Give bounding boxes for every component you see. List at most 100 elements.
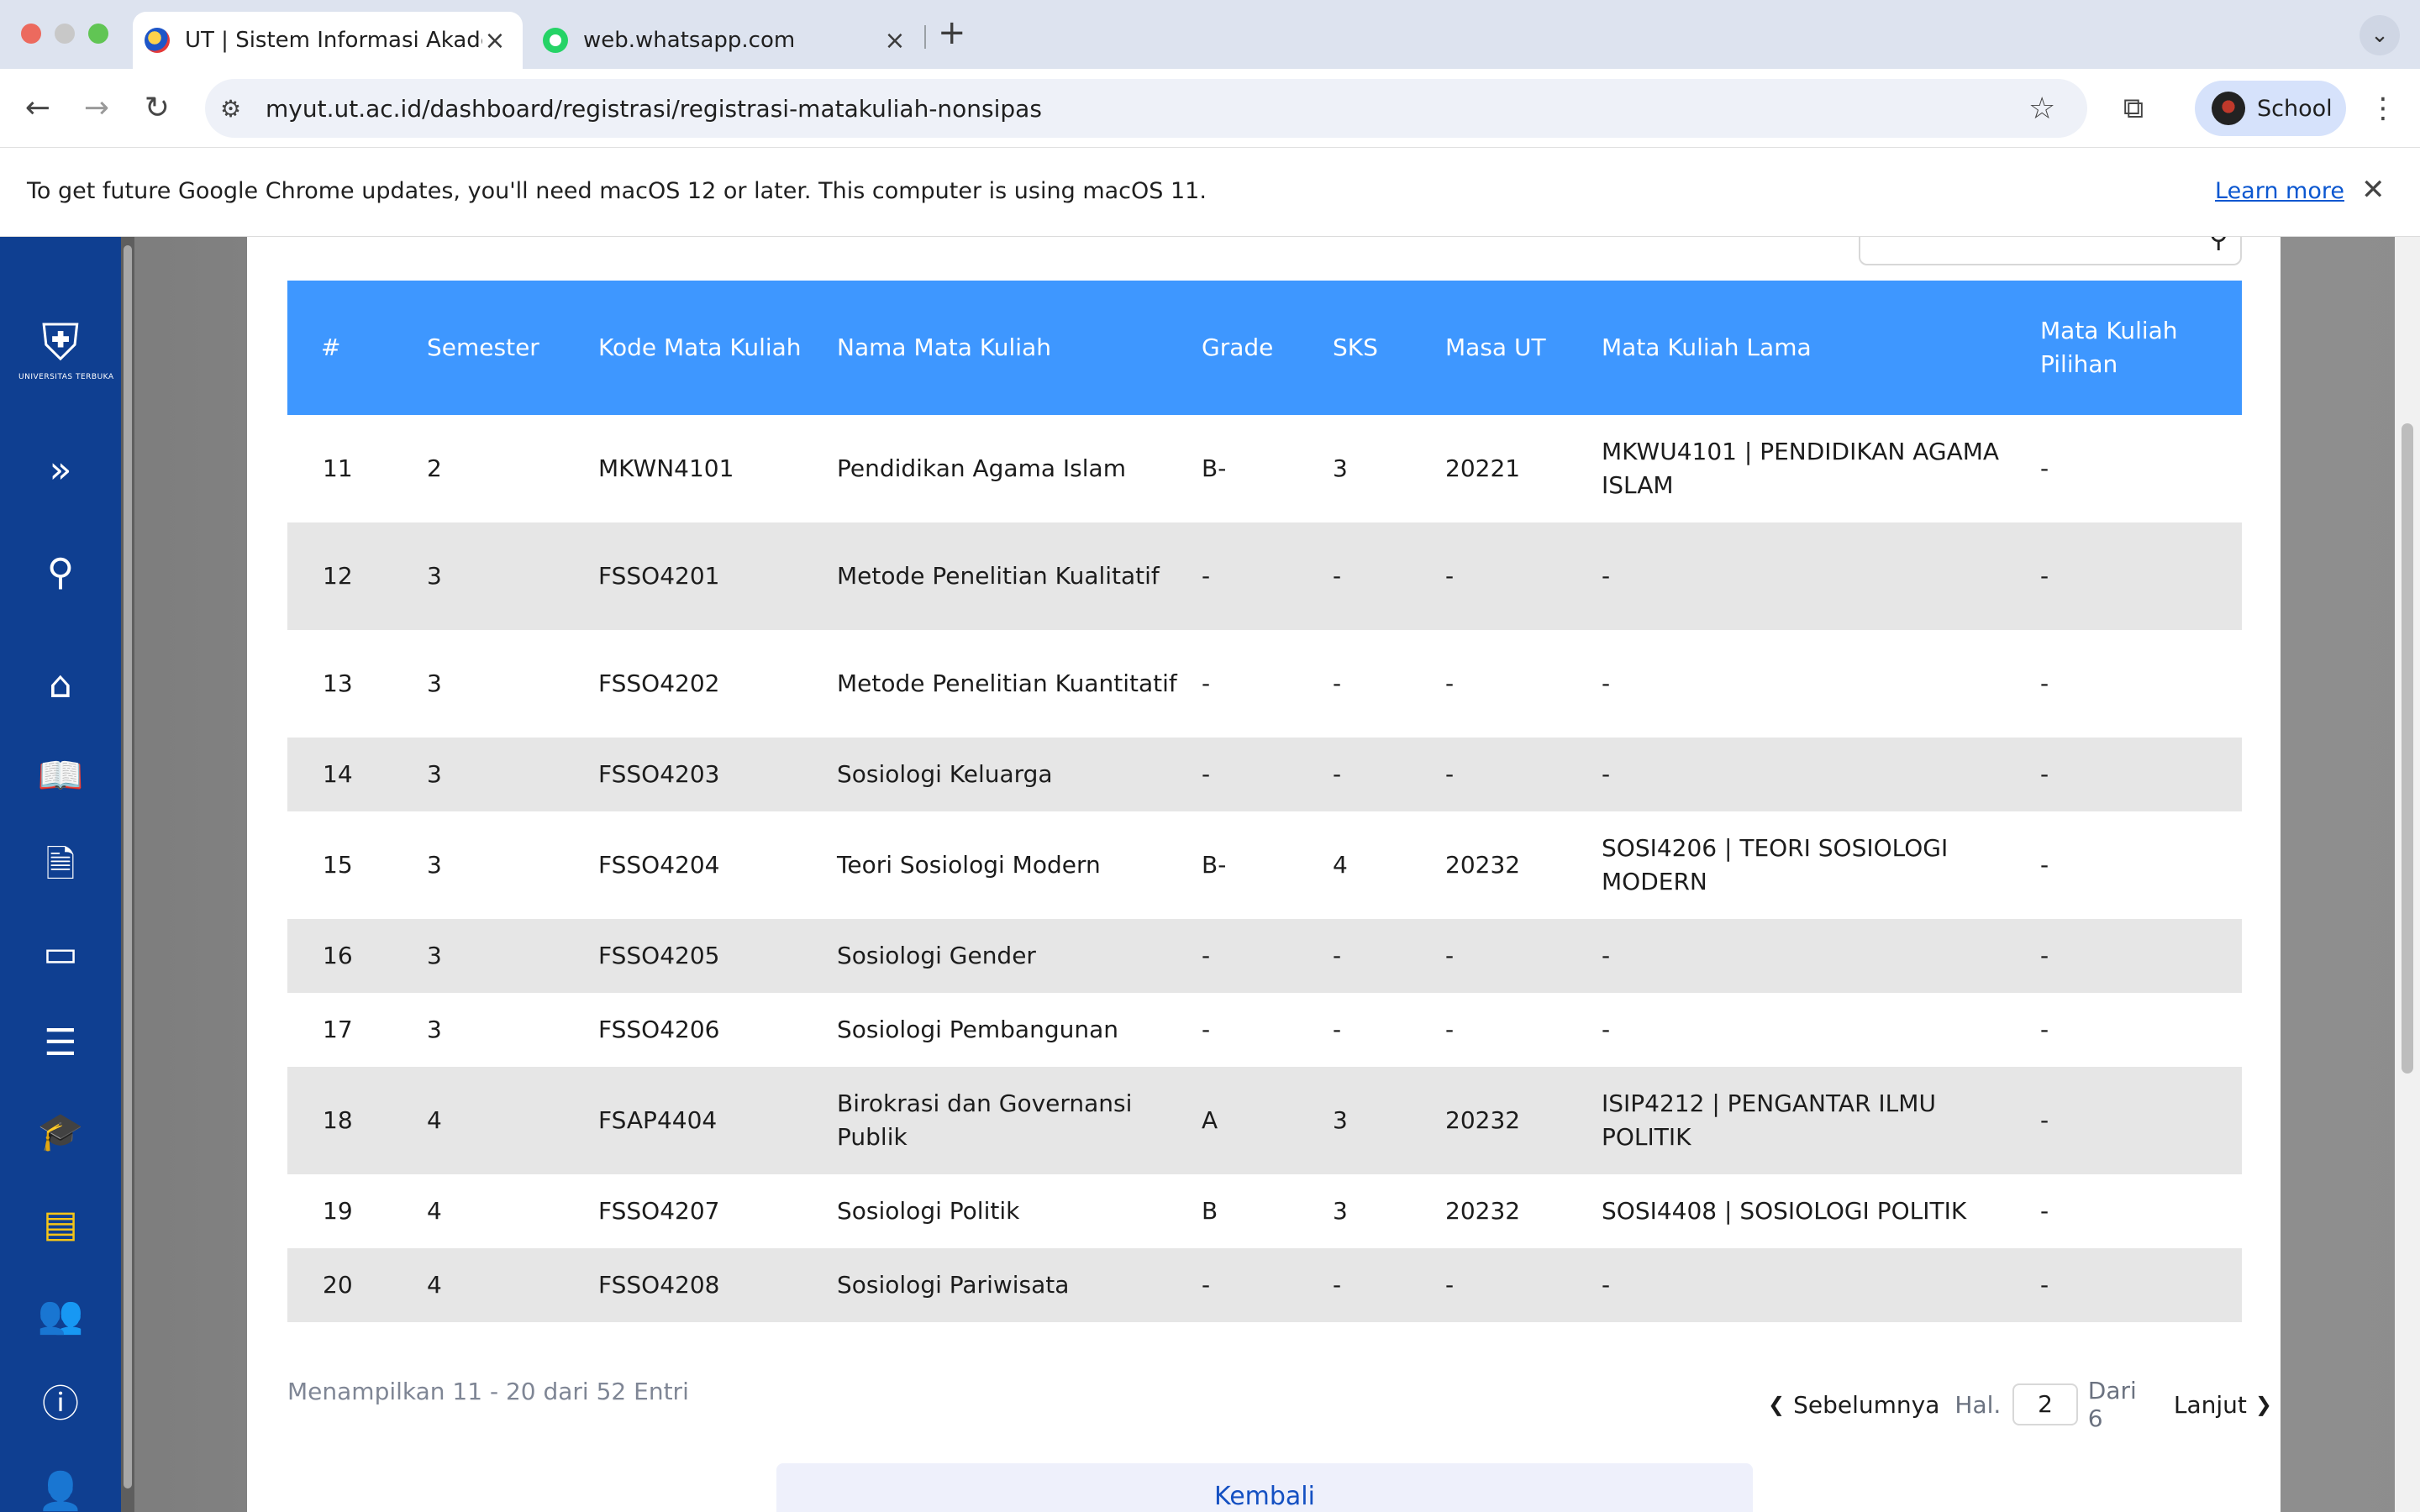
- cell-kode: FSSO4208: [590, 1248, 829, 1322]
- cell-grade: -: [1202, 1016, 1211, 1043]
- address-bar[interactable]: ⚙ myut.ut.ac.id/dashboard/registrasi/reg…: [205, 79, 2087, 138]
- cell-nama: Sosiologi Keluarga: [829, 738, 1193, 811]
- ut-favicon-icon: [145, 28, 170, 53]
- window-close-button[interactable]: [21, 24, 41, 44]
- wallet-icon[interactable]: ▭: [30, 929, 91, 979]
- tab-close-icon[interactable]: ×: [482, 26, 508, 55]
- cell-no: 20: [287, 1248, 418, 1322]
- home-icon[interactable]: ⌂: [30, 660, 91, 711]
- cell-nama: Pendidikan Agama Islam: [837, 454, 1126, 482]
- checklist-icon[interactable]: ☰: [30, 1018, 91, 1068]
- cell-grade: A: [1193, 1067, 1324, 1174]
- search-icon[interactable]: ⚲: [2209, 237, 2228, 254]
- col-header-masa[interactable]: Masa UT: [1437, 281, 1593, 415]
- cell-lama: -: [1593, 919, 2032, 993]
- ut-logo-mark-icon: ⛨: [41, 313, 80, 372]
- cell-semester: 3: [427, 851, 442, 879]
- back-arrow-icon[interactable]: ←: [17, 87, 59, 129]
- search-icon[interactable]: ⚲: [30, 548, 91, 598]
- col-header-grade[interactable]: Grade: [1193, 281, 1324, 415]
- prev-page-button[interactable]: Sebelumnya: [1793, 1391, 1939, 1419]
- cell-kode: FSSO4203: [590, 738, 829, 811]
- cell-pilihan: -: [2040, 851, 2049, 879]
- user-group-icon[interactable]: 👤: [30, 1467, 91, 1512]
- window-zoom-button[interactable]: [88, 24, 108, 44]
- back-button[interactable]: Kembali: [776, 1463, 1753, 1512]
- window-minimize-button[interactable]: [55, 24, 75, 44]
- graduation-external-icon[interactable]: 🎓: [30, 1107, 91, 1158]
- cell-no: 11: [323, 454, 353, 482]
- cell-lama: -: [1602, 1016, 1611, 1043]
- cell-nama: Birokrasi dan Governansi Publik: [829, 1067, 1193, 1174]
- tab-close-icon[interactable]: ×: [882, 26, 908, 55]
- cell-masa: 20232: [1437, 1067, 1593, 1174]
- cell-semester: 3: [418, 522, 590, 630]
- more-menu-icon[interactable]: ⋮: [2368, 87, 2398, 129]
- cell-kode: FSSO4204: [598, 851, 720, 879]
- infobar-close-icon[interactable]: ✕: [2361, 173, 2386, 207]
- cell-kode: FSSO4202: [598, 669, 720, 697]
- cell-lama: -: [1593, 1248, 2032, 1322]
- whatsapp-favicon-icon: [543, 28, 568, 53]
- next-page-button[interactable]: Lanjut: [2174, 1391, 2247, 1419]
- expand-icon[interactable]: »: [30, 445, 91, 496]
- chevron-left-icon[interactable]: ❮: [1768, 1393, 1785, 1416]
- chevron-right-icon[interactable]: ❯: [2255, 1393, 2272, 1416]
- col-header-sks[interactable]: SKS: [1324, 281, 1437, 415]
- search-input[interactable]: ⚲: [1859, 237, 2242, 265]
- tab-search-chevron-icon[interactable]: ⌄: [2360, 15, 2400, 55]
- cell-masa: -: [1437, 1248, 1593, 1322]
- cell-semester: 3: [427, 669, 442, 697]
- book-icon[interactable]: 📖: [30, 751, 91, 801]
- page-scrollbar[interactable]: [2395, 237, 2420, 1512]
- info-icon[interactable]: ⓘ: [30, 1379, 91, 1430]
- cell-semester: 4: [427, 1197, 442, 1225]
- cell-lama: SOSI4408 | SOSIOLOGI POLITIK: [1602, 1197, 1967, 1225]
- browser-tab-ut[interactable]: UT | Sistem Informasi Akadem ×: [133, 12, 523, 69]
- page-number-input[interactable]: 2: [2012, 1383, 2078, 1425]
- table-row: 18 4 FSAP4404 Birokrasi dan Governansi P…: [287, 1067, 2242, 1174]
- cell-masa: 20232: [1445, 1197, 1521, 1225]
- browser-tab-whatsapp[interactable]: web.whatsapp.com ×: [531, 12, 923, 69]
- cell-sks: -: [1324, 522, 1437, 630]
- learn-more-link[interactable]: Learn more: [2215, 178, 2344, 204]
- users-external-icon[interactable]: 👥: [30, 1290, 91, 1341]
- col-header-no[interactable]: #: [287, 281, 418, 415]
- course-table: # Semester Kode Mata Kuliah Nama Mata Ku…: [287, 281, 2242, 1322]
- cell-lama: -: [1593, 738, 2032, 811]
- col-header-kode[interactable]: Kode Mata Kuliah: [590, 281, 829, 415]
- document-icon[interactable]: 🗎: [30, 840, 91, 890]
- cell-pilihan: -: [2040, 669, 2049, 697]
- cell-sks: -: [1324, 919, 1437, 993]
- col-header-pilihan[interactable]: Mata Kuliah Pilihan: [2032, 281, 2242, 415]
- profile-button[interactable]: School: [2195, 81, 2346, 136]
- sidebar-scrollbar[interactable]: [121, 237, 134, 1512]
- cell-nama: Sosiologi Pembangunan: [837, 1016, 1119, 1043]
- col-header-nama[interactable]: Nama Mata Kuliah: [829, 281, 1193, 415]
- scrollbar-thumb[interactable]: [124, 245, 132, 1488]
- forward-arrow-icon[interactable]: →: [76, 87, 118, 129]
- col-header-lama[interactable]: Mata Kuliah Lama: [1593, 281, 2032, 415]
- cell-sks: 3: [1324, 1067, 1437, 1174]
- cell-semester: 3: [418, 738, 590, 811]
- cell-grade: B: [1202, 1197, 1218, 1225]
- cell-sks: -: [1333, 1016, 1342, 1043]
- url-text[interactable]: myut.ut.ac.id/dashboard/registrasi/regis…: [266, 95, 2028, 123]
- calendar-note-icon[interactable]: ▤: [30, 1200, 91, 1250]
- scrollbar-thumb[interactable]: [2402, 423, 2413, 1074]
- cell-lama: SOSI4206 | TEORI SOSIOLOGI MODERN: [1602, 834, 1949, 895]
- cell-nama: Teori Sosiologi Modern: [837, 851, 1101, 879]
- profile-label: School: [2257, 95, 2333, 122]
- extensions-puzzle-icon[interactable]: ⧉: [2112, 87, 2154, 129]
- cell-sks: 3: [1333, 1197, 1348, 1225]
- new-tab-icon[interactable]: +: [938, 13, 966, 52]
- table-row: 13 3 FSSO4202 Metode Penelitian Kuantita…: [287, 630, 2242, 738]
- col-header-semester[interactable]: Semester: [418, 281, 590, 415]
- cell-pilihan: -: [2040, 1197, 2049, 1225]
- cell-lama: -: [1602, 669, 1611, 697]
- cell-lama: ISIP4212 | PENGANTAR ILMU POLITIK: [1593, 1067, 2032, 1174]
- site-settings-icon[interactable]: ⚙: [220, 95, 250, 123]
- bookmark-star-icon[interactable]: ☆: [2028, 92, 2062, 126]
- table-header-row: # Semester Kode Mata Kuliah Nama Mata Ku…: [287, 281, 2242, 415]
- reload-icon[interactable]: ↻: [136, 87, 178, 129]
